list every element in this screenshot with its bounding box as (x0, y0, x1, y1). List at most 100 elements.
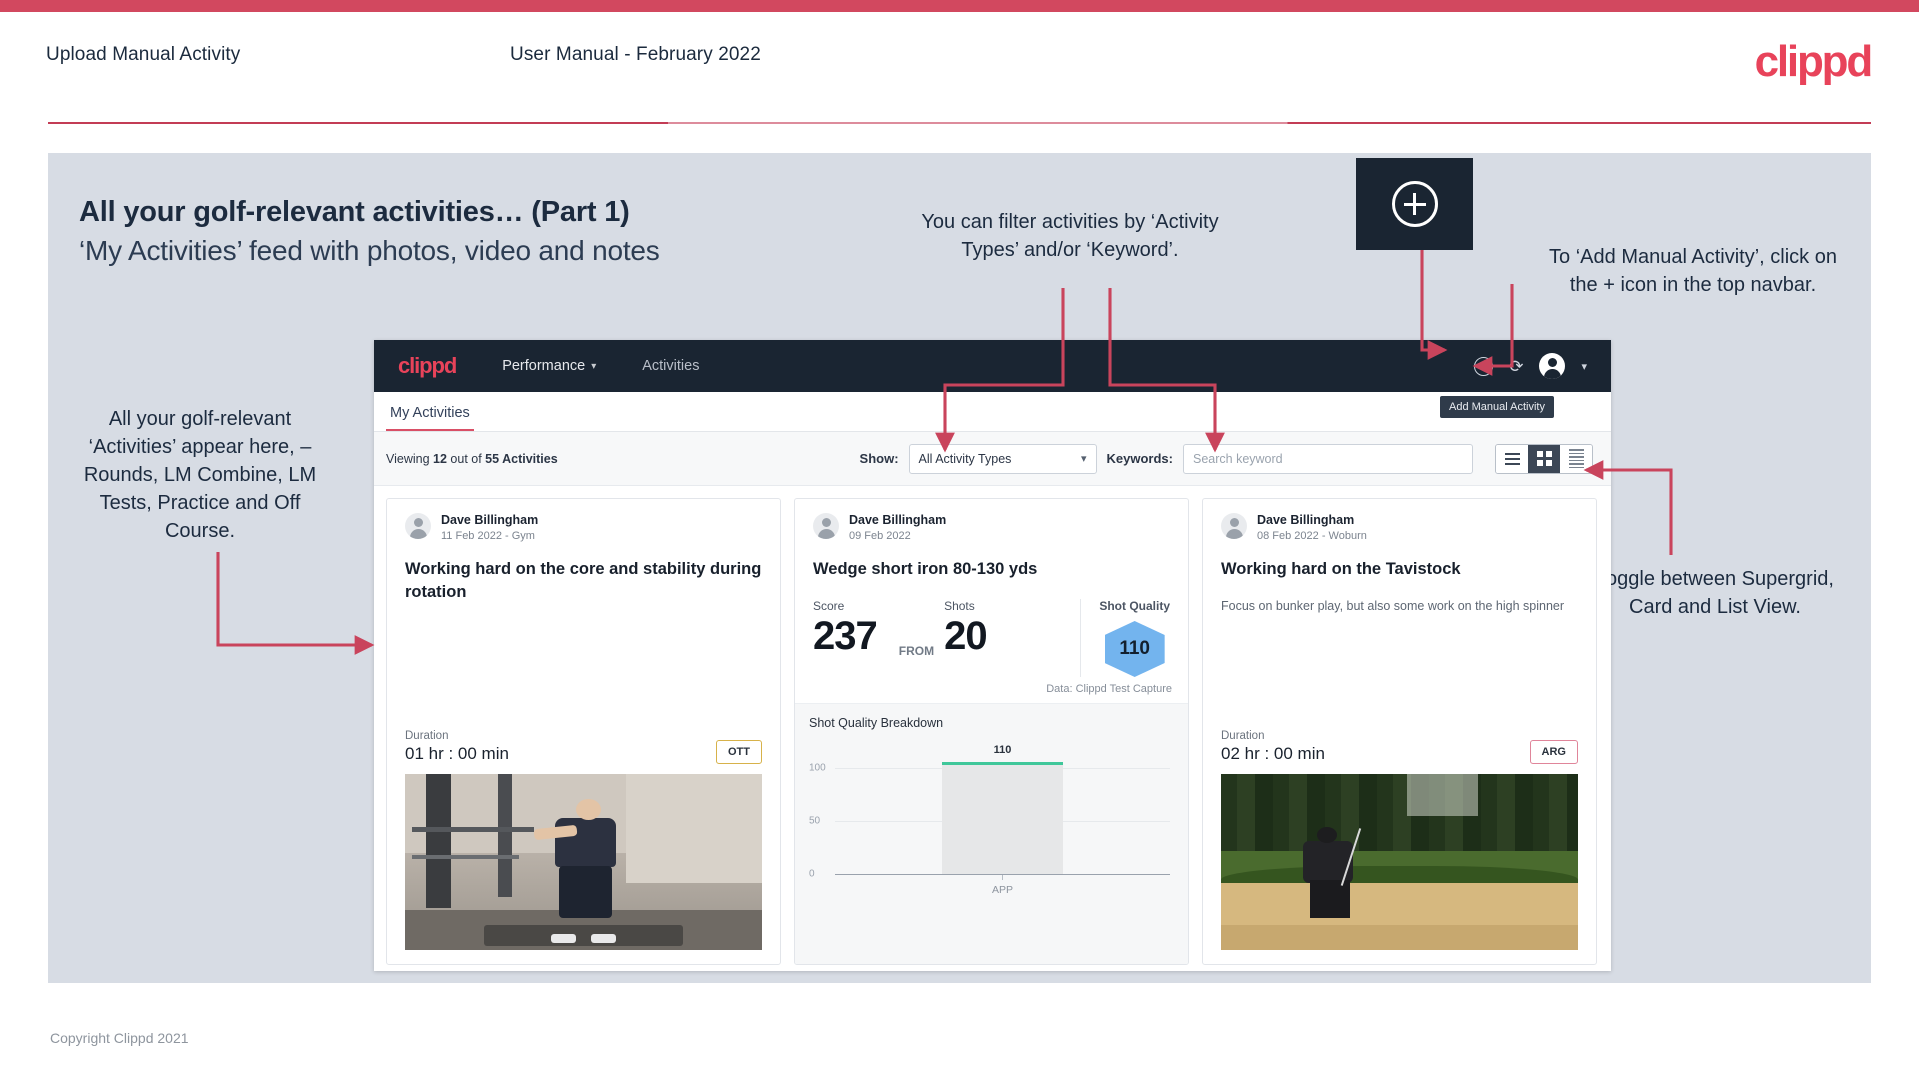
card-meta: 08 Feb 2022 - Woburn (1257, 530, 1367, 542)
chart-plot-area: 100 50 0 110 APP (809, 744, 1174, 896)
card-user-name: Dave Billingham (1257, 513, 1355, 527)
shots-stat: Shots 20 (944, 599, 987, 659)
search-input-placeholder: Search keyword (1193, 451, 1283, 466)
activity-type-select-value: All Activity Types (918, 451, 1012, 466)
chevron-down-icon: ▾ (1081, 453, 1087, 465)
annotation-activities-feed: All your golf-relevant ‘Activities’ appe… (83, 408, 317, 542)
activity-card[interactable]: Dave Billingham 11 Feb 2022 - Gym Workin… (386, 498, 781, 965)
x-tick-label-app: APP (991, 884, 1013, 896)
plus-icon-callout (1356, 158, 1473, 250)
annotation-filter: You can filter activities by ‘Activity T… (921, 211, 1219, 261)
bar-data-label: 110 (993, 744, 1012, 756)
card-header: Dave Billingham 09 Feb 2022 (795, 499, 1188, 544)
duration-value: 02 hr : 00 min (1221, 744, 1325, 763)
viewing-mid: out of (446, 451, 486, 466)
shot-quality-chart: Shot Quality Breakdown 100 50 0 110 APP (795, 703, 1188, 964)
app-navbar: clippd Performance ▾ Activities ⟳ ▾ (374, 340, 1611, 392)
avatar (405, 513, 431, 539)
slide-title-secondary: ‘My Activities’ feed with photos, video … (79, 235, 660, 266)
slide-title-primary: All your golf-relevant activities… (Part… (79, 196, 630, 228)
header-center-title: User Manual - February 2022 (510, 44, 761, 65)
card-title: Wedge short iron 80-130 yds (813, 560, 1038, 578)
footer-copyright: Copyright Clippd 2021 (50, 1030, 189, 1046)
viewing-prefix: Viewing (386, 451, 434, 466)
add-circle-icon[interactable] (1474, 356, 1494, 376)
app-screenshot: clippd Performance ▾ Activities ⟳ ▾ My A… (374, 340, 1611, 971)
top-accent-bar (0, 0, 1919, 12)
card-user-name: Dave Billingham (441, 513, 539, 527)
nav-item-performance[interactable]: Performance ▾ (502, 358, 596, 374)
card-note: Focus on bunker play, but also some work… (1221, 599, 1565, 613)
tab-my-activities[interactable]: My Activities (386, 405, 474, 431)
y-tick-100: 100 (809, 762, 826, 774)
viewing-count-text: Viewing 12 out of 55 Activities (386, 452, 558, 466)
shots-label: Shots (944, 599, 975, 613)
search-input[interactable]: Search keyword (1183, 443, 1473, 474)
add-manual-activity-tooltip: Add Manual Activity (1440, 396, 1554, 418)
card-title: Working hard on the core and stability d… (405, 560, 762, 601)
bar-app (942, 762, 1063, 874)
annotation-toggle-views: Toggle between Supergrid, Card and List … (1596, 568, 1834, 618)
card-view-icon[interactable] (1560, 444, 1592, 473)
shot-quality-label: Shot Quality (1099, 599, 1170, 613)
header-left-title: Upload Manual Activity (46, 44, 241, 65)
card-title: Working hard on the Tavistock (1221, 560, 1461, 578)
x-tick (1002, 875, 1003, 880)
app-tabs: My Activities (374, 392, 1611, 432)
activity-card[interactable]: Dave Billingham 08 Feb 2022 - Woburn Wor… (1202, 498, 1597, 965)
card-stats: Score 237 FROM Shots 20 Shot Quality 110 (795, 581, 1188, 677)
card-meta: 11 Feb 2022 - Gym (441, 530, 535, 542)
shots-value: 20 (944, 614, 987, 658)
from-label: FROM (898, 644, 935, 658)
bunker-photo-thumbnail[interactable] (1221, 774, 1578, 950)
view-toggle-group (1495, 443, 1593, 474)
activity-cards: Dave Billingham 11 Feb 2022 - Gym Workin… (374, 486, 1611, 965)
list-view-icon[interactable] (1496, 444, 1528, 473)
card-duration-row: Duration 02 hr : 00 min ARG (1203, 730, 1596, 774)
score-stat: Score 237 (795, 599, 878, 659)
plus-circle-icon (1391, 181, 1438, 227)
supergrid-view-icon[interactable] (1528, 444, 1560, 473)
duration-label: Duration (1221, 730, 1265, 742)
card-meta: 09 Feb 2022 (849, 530, 911, 542)
shot-quality-value: 110 (1104, 621, 1165, 677)
activity-type-select[interactable]: All Activity Types ▾ (908, 443, 1097, 474)
y-tick-0: 0 (809, 868, 815, 880)
y-tick-50: 50 (809, 815, 821, 827)
card-header: Dave Billingham 11 Feb 2022 - Gym (387, 499, 780, 544)
header-divider (48, 122, 1871, 124)
show-label: Show: (859, 451, 899, 466)
gym-video-thumbnail[interactable] (405, 774, 762, 950)
viewing-count: 12 (433, 451, 447, 466)
annotation-add-manual: To ‘Add Manual Activity’, click on the +… (1549, 246, 1837, 296)
slide-root: Upload Manual Activity User Manual - Feb… (0, 0, 1919, 1079)
app-logo[interactable]: clippd (398, 353, 457, 379)
status-badge: ARG (1529, 740, 1578, 764)
account-chevron-down-icon[interactable]: ▾ (1581, 360, 1587, 373)
duration-label: Duration (405, 730, 449, 742)
hexagon-badge: 110 (1104, 621, 1165, 677)
avatar (1221, 513, 1247, 539)
activity-card[interactable]: Dave Billingham 09 Feb 2022 Wedge short … (794, 498, 1189, 965)
card-user-name: Dave Billingham (849, 513, 947, 527)
score-value: 237 (813, 614, 878, 658)
data-source-label: Data: Clippd Test Capture (1046, 683, 1172, 695)
duration-value: 01 hr : 00 min (405, 744, 509, 763)
avatar (813, 513, 839, 539)
clippd-logo: clippd (1754, 37, 1874, 86)
refresh-icon[interactable]: ⟳ (1509, 358, 1523, 375)
account-avatar-icon[interactable] (1539, 353, 1566, 379)
score-label: Score (813, 599, 845, 613)
nav-item-performance-label: Performance (502, 358, 586, 374)
card-duration-row: Duration 01 hr : 00 min OTT (387, 730, 780, 774)
keywords-label: Keywords: (1106, 451, 1173, 466)
chart-title: Shot Quality Breakdown (809, 716, 944, 730)
card-header: Dave Billingham 08 Feb 2022 - Woburn (1203, 499, 1596, 544)
filter-controls: Show: All Activity Types ▾ Keywords: Sea… (859, 443, 1593, 474)
shot-quality-stat: Shot Quality 110 (1080, 599, 1188, 677)
nav-item-activities-label: Activities (642, 358, 700, 374)
navbar-actions: ⟳ ▾ (1474, 353, 1595, 379)
status-badge: OTT (716, 740, 762, 764)
chevron-down-icon: ▾ (591, 360, 597, 372)
nav-item-activities[interactable]: Activities (642, 358, 699, 374)
